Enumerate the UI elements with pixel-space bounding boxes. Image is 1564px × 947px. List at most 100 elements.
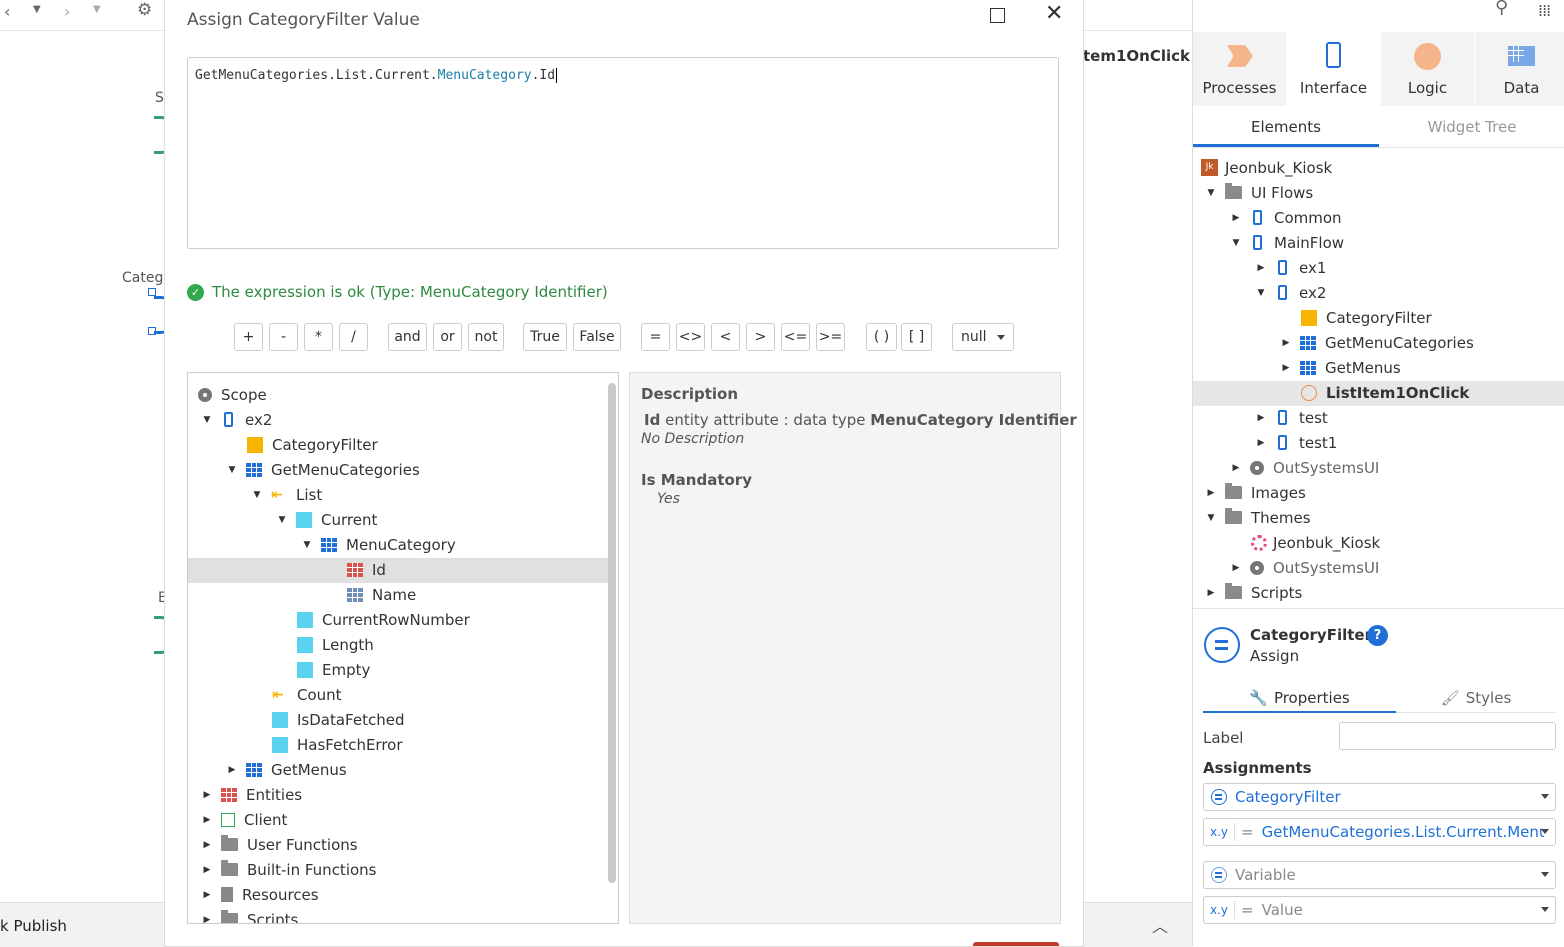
- tree-item-hasfetcherror[interactable]: HasFetchError: [272, 732, 403, 757]
- chevron-right-icon[interactable]: ▶: [202, 815, 212, 825]
- tree-item-menucategory[interactable]: ▼ MenuCategory: [302, 532, 456, 557]
- dropdown-caret-icon[interactable]: ▼: [93, 4, 101, 15]
- label-input[interactable]: [1339, 722, 1556, 750]
- apps-grid-icon[interactable]: ⁞⁞⁞: [1538, 1, 1551, 20]
- tab-styles[interactable]: 🖌 Styles: [1396, 684, 1556, 712]
- operator-false-button[interactable]: False: [573, 323, 621, 351]
- operator-not-equals-button[interactable]: <>: [676, 323, 705, 351]
- tree-item-test[interactable]: ▶ test: [1256, 405, 1328, 430]
- tree-item-id[interactable]: Id: [347, 557, 386, 582]
- tab-interface[interactable]: Interface: [1287, 32, 1380, 106]
- subtab-widget-tree[interactable]: Widget Tree: [1379, 118, 1564, 136]
- tree-item-isdatafetched[interactable]: IsDataFetched: [272, 707, 404, 732]
- chevron-right-icon[interactable]: ▶: [1256, 438, 1266, 448]
- operator-less-button[interactable]: <: [711, 323, 740, 351]
- tree-item-listitem1onclick[interactable]: ListItem1OnClick: [1301, 380, 1469, 405]
- tree-item-ui-flows[interactable]: ▼ UI Flows: [1206, 180, 1313, 205]
- tree-item-current[interactable]: ▼ Current: [277, 507, 378, 532]
- operator-equals-button[interactable]: =: [641, 323, 670, 351]
- gear-icon[interactable]: ⚙: [137, 0, 152, 20]
- tree-item-name[interactable]: Name: [347, 582, 416, 607]
- tree-item-getmenus[interactable]: ▶ GetMenus: [227, 757, 347, 782]
- tree-item-module[interactable]: Jk Jeonbuk_Kiosk: [1201, 155, 1332, 180]
- tree-item-empty[interactable]: Empty: [297, 657, 370, 682]
- chevron-down-icon[interactable]: ▼: [202, 415, 212, 425]
- search-icon[interactable]: ⚲: [1495, 0, 1508, 18]
- close-icon[interactable]: ✕: [1045, 2, 1063, 26]
- chevron-down-icon[interactable]: ▼: [252, 490, 262, 500]
- operator-multiply-button[interactable]: *: [304, 323, 333, 351]
- chevron-right-icon[interactable]: ▶: [202, 890, 212, 900]
- chevron-down-icon[interactable]: ▼: [1231, 238, 1241, 248]
- back-chevron-icon[interactable]: ‹: [4, 2, 10, 21]
- chevron-right-icon[interactable]: ▶: [202, 790, 212, 800]
- ok-button[interactable]: [973, 942, 1059, 946]
- null-select[interactable]: null: [952, 323, 1014, 351]
- chevron-right-icon[interactable]: ▶: [1256, 263, 1266, 273]
- tree-item-categoryfilter[interactable]: CategoryFilter: [1301, 305, 1432, 330]
- assignment-value-input[interactable]: x.y = GetMenuCategories.List.Current.MenuC: [1203, 818, 1556, 846]
- tree-item-ex1[interactable]: ▶ ex1: [1256, 255, 1327, 280]
- tree-item-theme-jeonbuk[interactable]: Jeonbuk_Kiosk: [1251, 530, 1380, 555]
- chevron-down-icon[interactable]: ▼: [302, 540, 312, 550]
- chevron-right-icon[interactable]: ▶: [1256, 413, 1266, 423]
- tree-item-currentrownumber[interactable]: CurrentRowNumber: [297, 607, 470, 632]
- tree-item-list[interactable]: ▼ ⇤ List: [252, 482, 323, 507]
- operator-and-button[interactable]: and: [388, 323, 427, 351]
- tab-processes[interactable]: Processes: [1193, 32, 1286, 106]
- chevron-down-icon[interactable]: ▼: [227, 465, 237, 475]
- tab-logic[interactable]: Logic: [1381, 32, 1474, 106]
- operator-not-button[interactable]: not: [468, 323, 504, 351]
- publish-button[interactable]: k Publish: [0, 917, 67, 935]
- assignment-variable-select[interactable]: CategoryFilter: [1203, 783, 1556, 811]
- operator-less-equal-button[interactable]: <=: [781, 323, 810, 351]
- chevron-right-icon[interactable]: ▶: [227, 765, 237, 775]
- operator-greater-button[interactable]: >: [746, 323, 775, 351]
- tree-item-count[interactable]: ⇤ Count: [272, 682, 342, 707]
- chevron-right-icon[interactable]: ▶: [1206, 488, 1216, 498]
- tree-item-resources[interactable]: ▶ Resources: [202, 882, 319, 907]
- tree-item-entities[interactable]: ▶ Entities: [202, 782, 303, 807]
- tree-item-getmenus[interactable]: ▶ GetMenus: [1281, 355, 1401, 380]
- tree-item-client[interactable]: ▶ Client: [202, 807, 288, 832]
- chevron-right-icon[interactable]: ▶: [1231, 463, 1241, 473]
- tree-item-ex2[interactable]: ▼ ex2: [202, 407, 273, 432]
- scrollbar-thumb[interactable]: [608, 383, 616, 883]
- assignment-variable-select-empty[interactable]: Variable: [1203, 861, 1556, 889]
- operator-parentheses-button[interactable]: ( ): [866, 323, 897, 351]
- tree-item-user-functions[interactable]: ▶ User Functions: [202, 832, 358, 857]
- operator-minus-button[interactable]: -: [269, 323, 298, 351]
- subtab-elements[interactable]: Elements: [1193, 118, 1379, 136]
- tab-data[interactable]: Data: [1475, 32, 1564, 106]
- tree-item-scripts[interactable]: ▶ Scripts: [1206, 580, 1302, 605]
- chevron-right-icon[interactable]: ▶: [1231, 213, 1241, 223]
- operator-or-button[interactable]: or: [433, 323, 462, 351]
- chevron-down-icon[interactable]: ▼: [1206, 513, 1216, 523]
- chevron-right-icon[interactable]: ▶: [1281, 363, 1291, 373]
- chevron-right-icon[interactable]: ▶: [202, 915, 212, 924]
- chevron-right-icon[interactable]: ▶: [1206, 588, 1216, 598]
- operator-divide-button[interactable]: /: [339, 323, 368, 351]
- operator-plus-button[interactable]: +: [234, 323, 263, 351]
- chevron-right-icon[interactable]: ▶: [1281, 338, 1291, 348]
- help-icon[interactable]: ?: [1367, 625, 1388, 646]
- tree-item-scripts[interactable]: ▶ Scripts: [202, 907, 298, 924]
- chevron-down-icon[interactable]: ▼: [277, 515, 287, 525]
- forward-chevron-icon[interactable]: ›: [64, 2, 70, 21]
- tree-item-images[interactable]: ▶ Images: [1206, 480, 1306, 505]
- chevron-down-icon[interactable]: ▼: [1256, 288, 1266, 298]
- chevron-right-icon[interactable]: ▶: [202, 840, 212, 850]
- tree-item-outsystemsui[interactable]: ▶ OutSystemsUI: [1231, 455, 1380, 480]
- tree-item-mainflow[interactable]: ▼ MainFlow: [1231, 230, 1345, 255]
- tree-item-common[interactable]: ▶ Common: [1231, 205, 1342, 230]
- tree-item-builtin-functions[interactable]: ▶ Built-in Functions: [202, 857, 377, 882]
- operator-true-button[interactable]: True: [523, 323, 567, 351]
- dropdown-caret-icon[interactable]: ▼: [33, 4, 41, 15]
- operator-greater-equal-button[interactable]: >=: [816, 323, 845, 351]
- operator-brackets-button[interactable]: [ ]: [901, 323, 932, 351]
- tree-item-themes[interactable]: ▼ Themes: [1206, 505, 1311, 530]
- tree-item-test1[interactable]: ▶ test1: [1256, 430, 1338, 455]
- tree-item-categoryfilter[interactable]: CategoryFilter: [247, 432, 378, 457]
- tree-item-getmenucategories[interactable]: ▼ GetMenuCategories: [227, 457, 420, 482]
- tab-properties[interactable]: 🔧 Properties: [1203, 684, 1396, 712]
